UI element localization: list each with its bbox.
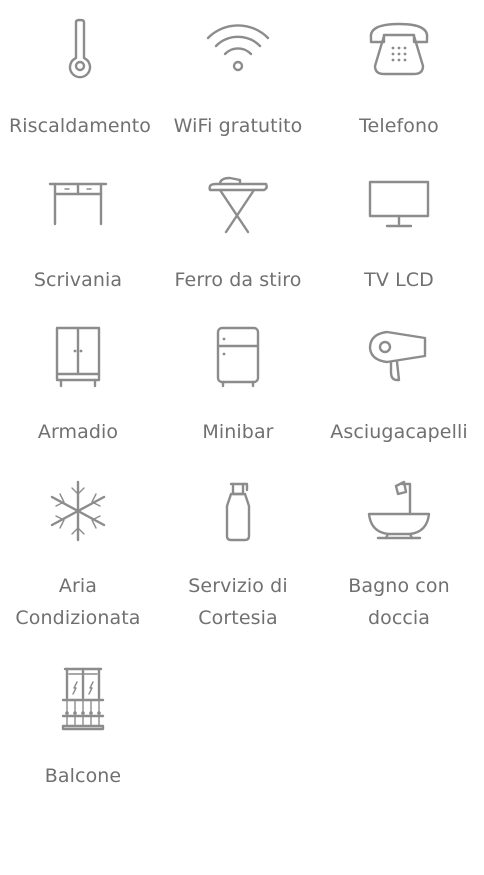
amenity-label: Telefono [359, 115, 439, 137]
iron-icon [208, 176, 268, 234]
amenity-wifi: WiFi gratutito [158, 18, 318, 142]
amenity-label: WiFi gratutito [173, 115, 303, 137]
amenity-hairdryer: Asciugacapelli [319, 326, 479, 448]
amenity-label: Servizio di Cortesia [188, 575, 288, 629]
amenity-bathtub-shower: Bagno con doccia [319, 480, 479, 634]
amenity-telephone: Telefono [319, 18, 479, 142]
tv-icon [368, 180, 430, 228]
soap-dispenser-icon [225, 482, 251, 542]
amenity-iron: Ferro da stiro [158, 174, 318, 296]
amenity-tv: TV LCD [319, 174, 479, 296]
amenity-label: Balcone [44, 765, 122, 787]
amenities-page: { "amenities": [ {"label": "Riscaldament… [0, 0, 484, 875]
desk-icon [48, 182, 108, 226]
amenity-wardrobe: Armadio [0, 326, 158, 448]
amenity-label: Bagno con doccia [348, 575, 450, 629]
amenity-courtesy-kit: Servizio di Cortesia [158, 480, 318, 634]
amenity-minibar: Minibar [158, 326, 318, 448]
amenity-heating: Riscaldamento [0, 18, 160, 142]
balcony-icon [61, 667, 105, 731]
amenity-label: Aria Condizionata [15, 575, 141, 629]
amenity-label: Ferro da stiro [174, 269, 302, 291]
amenity-desk: Scrivania [0, 174, 158, 296]
amenity-label: TV LCD [364, 269, 434, 291]
amenity-balcony: Balcone [3, 666, 163, 792]
amenity-label: Minibar [202, 421, 274, 443]
bathtub-shower-icon [367, 480, 431, 540]
amenity-label: Riscaldamento [8, 115, 152, 137]
amenity-air-conditioning: Aria Condizionata [0, 480, 158, 634]
amenity-label: Armadio [37, 421, 119, 443]
fridge-icon [216, 326, 260, 388]
snowflake-icon [50, 480, 106, 542]
wardrobe-icon [55, 326, 101, 388]
hairdryer-icon [368, 330, 427, 382]
amenity-label: Asciugacapelli [330, 421, 468, 443]
amenity-label: Scrivania [33, 269, 123, 291]
wifi-icon [206, 24, 270, 72]
telephone-icon [369, 22, 429, 76]
thermometer-icon [68, 18, 92, 79]
